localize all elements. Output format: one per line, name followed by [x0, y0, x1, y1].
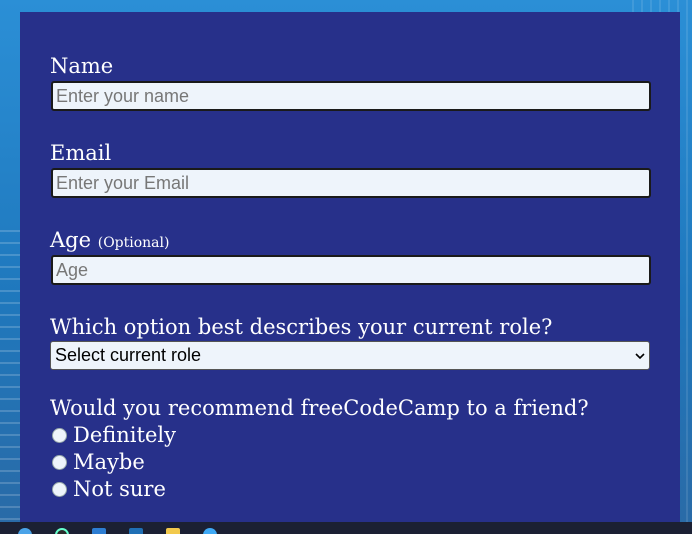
recommend-question: Would you recommend freeCodeCamp to a fr… [50, 398, 589, 419]
radio-label: Not sure [73, 477, 166, 501]
name-input[interactable] [51, 81, 651, 111]
editor-icon[interactable] [129, 528, 143, 534]
role-question: Which option best describes your current… [50, 317, 552, 338]
radio-option-maybe[interactable]: Maybe [52, 450, 145, 474]
radio-label: Definitely [73, 423, 176, 447]
taskbar [0, 522, 692, 534]
age-label-text: Age [50, 228, 92, 252]
email-input[interactable] [51, 168, 651, 198]
age-label: Age (Optional) [50, 230, 169, 251]
email-label-text: Email [50, 141, 112, 165]
name-label-text: Name [50, 54, 114, 78]
radio-option-not-sure[interactable]: Not sure [52, 477, 166, 501]
current-role-select[interactable]: Select current role [50, 341, 650, 370]
email-label: Email [50, 143, 111, 164]
terminal-icon[interactable] [92, 528, 106, 534]
role-question-text: Which option best describes your current… [50, 315, 553, 339]
browser-icon[interactable] [203, 528, 217, 534]
recommend-question-text: Would you recommend freeCodeCamp to a fr… [50, 396, 589, 420]
age-optional-note: (Optional) [97, 235, 170, 251]
chrome-icon[interactable] [55, 528, 69, 534]
background-building-left [0, 230, 22, 530]
radio-label: Maybe [73, 450, 145, 474]
current-role-selected: Select current role [55, 345, 202, 365]
name-label: Name [50, 56, 113, 77]
radio-button[interactable] [52, 481, 67, 497]
chevron-down-icon [635, 352, 645, 359]
radio-button[interactable] [52, 454, 67, 470]
folder-icon[interactable] [166, 528, 180, 534]
radio-option-definitely[interactable]: Definitely [52, 423, 176, 447]
page: Name Email Age (Optional) Which option b… [0, 0, 692, 534]
windows-icon[interactable] [18, 528, 32, 534]
radio-button[interactable] [52, 427, 67, 443]
age-input[interactable] [51, 255, 651, 285]
